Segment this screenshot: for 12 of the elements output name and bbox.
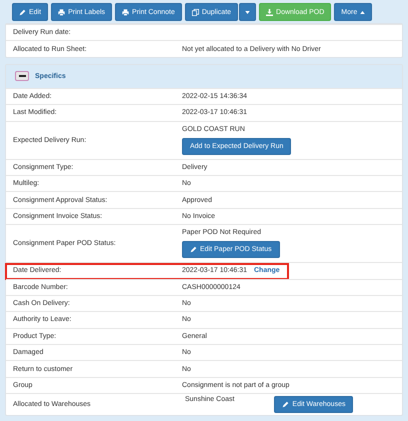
pencil-icon: [19, 8, 26, 16]
printer-icon: [122, 8, 130, 16]
copy-icon: [192, 8, 199, 16]
pencil-icon: [282, 401, 290, 408]
dropdown-button[interactable]: [239, 3, 256, 21]
collapse-button[interactable]: [15, 71, 29, 82]
download-icon: [266, 8, 274, 16]
printer-icon: [58, 8, 66, 16]
minus-icon: [18, 74, 26, 78]
pencil-icon: [190, 246, 197, 254]
caret-up-icon: [360, 10, 366, 14]
caret-down-icon: [245, 10, 250, 14]
